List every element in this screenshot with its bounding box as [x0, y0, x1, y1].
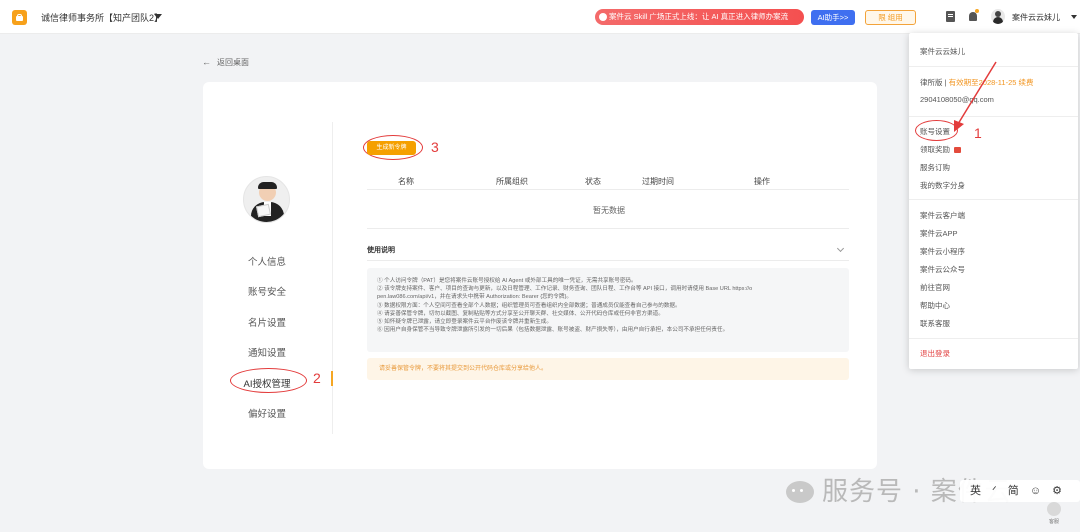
table-header-expiry: 过期时间: [642, 177, 674, 186]
ime-toolbar[interactable]: 英 ᐟ 简 ☺ ⚙: [960, 480, 1080, 502]
arrow-left-icon: ←: [202, 57, 211, 67]
annotation-arrow-icon: [954, 61, 997, 132]
menu-item-subscription[interactable]: 服务订购: [920, 162, 950, 173]
annotation-number: 3: [431, 139, 439, 155]
usage-notes-box: ① 个人访问令牌（PAT）是您将案件云账号授权给 AI Agent 或外部工具的…: [367, 268, 849, 352]
profile-avatar[interactable]: [243, 176, 290, 223]
gift-icon: [954, 147, 961, 153]
usage-note: ⑤ 如怀疑令牌已泄露，请立即登录案件云平台作废该令牌并重新生成。: [377, 319, 552, 326]
warning-banner: 请妥善保管令牌，不要将其提交到公开代码仓库或分享给他人。: [367, 358, 849, 380]
table-empty-state: 暂无数据: [593, 206, 625, 215]
nav-item-account-security[interactable]: 账号安全: [226, 284, 308, 298]
user-name[interactable]: 案件云云妹儿: [1012, 12, 1060, 23]
nav-item-card-settings[interactable]: 名片设置: [226, 315, 308, 329]
help-widget-label: 客服: [1048, 519, 1059, 525]
usage-note: ① 个人访问令牌（PAT）是您将案件云账号授权给 AI Agent 或外部工具的…: [377, 278, 637, 284]
dropdown-user-name: 案件云云妹儿: [920, 47, 965, 56]
table-header-divider: [367, 189, 849, 190]
back-label: 返回桌面: [217, 58, 249, 67]
top-bar: 诚信律师事务所【知产团队2】 案件云 Skill 广场正式上线：让 AI 真正进…: [0, 0, 1080, 34]
firm-selector-label[interactable]: 诚信律师事务所【知产团队2】: [41, 11, 163, 24]
menu-item-label: 领取奖励: [920, 145, 950, 154]
nav-divider: [332, 122, 333, 434]
menu-item-client[interactable]: 案件云客户端: [920, 210, 965, 221]
nav-item-personal-info[interactable]: 个人信息: [226, 254, 308, 268]
promo-icon: [599, 13, 607, 21]
annotation-circle-nav: [230, 368, 307, 393]
menu-item-mini-program[interactable]: 案件云小程序: [920, 246, 965, 257]
help-widget[interactable]: 客服: [1044, 500, 1064, 528]
document-icon[interactable]: [946, 11, 955, 22]
trial-button[interactable]: 限 组用: [865, 10, 916, 25]
promo-banner[interactable]: 案件云 Skill 广场正式上线：让 AI 真正进入律师办案流: [595, 9, 804, 25]
table-header-name: 名称: [398, 177, 414, 186]
chevron-down-icon[interactable]: [154, 14, 162, 19]
usage-note: ③ 数据权限方面：个人空间可查看全部个人数据；组织管理员可查看组织内全部数据；普…: [377, 302, 681, 309]
support-icon: [1047, 502, 1061, 516]
table-header-organization: 所属组织: [496, 177, 528, 186]
bell-icon[interactable]: [969, 12, 977, 21]
table-bottom-divider: [367, 228, 849, 229]
usage-note: ② 该令牌支持案件、客户、项目的查询与更新，以及日程管理、工作记录、财务查询、团…: [377, 286, 753, 293]
annotation-number: 2: [313, 370, 321, 386]
nav-item-notification-settings[interactable]: 通知设置: [226, 345, 308, 359]
active-nav-indicator: [331, 371, 333, 386]
menu-item-official-account[interactable]: 案件云公众号: [920, 264, 965, 275]
nav-item-preferences[interactable]: 偏好设置: [226, 406, 308, 420]
back-to-desktop-link[interactable]: ← 返回桌面: [202, 57, 249, 68]
table-header-actions: 操作: [754, 177, 770, 186]
usage-section-title[interactable]: 使用说明: [367, 245, 395, 255]
user-avatar[interactable]: [991, 9, 1005, 24]
menu-item-website[interactable]: 前往官网: [920, 282, 950, 293]
usage-note: ⑥ 因用户自身保管不当导致令牌泄露所引发的一切后果（包括数据泄露、账号被盗、财产…: [377, 327, 729, 334]
logout-button[interactable]: 退出登录: [920, 348, 950, 359]
ai-assistant-button[interactable]: AI助手>>: [811, 10, 855, 25]
usage-note: pen.law086.com/api/v1，并在请求头中携带 Authoriza…: [377, 294, 572, 301]
user-menu-chevron-icon[interactable]: [1071, 15, 1077, 19]
app-logo-icon[interactable]: [12, 10, 27, 25]
table-header-status: 状态: [585, 177, 601, 186]
menu-item-help[interactable]: 帮助中心: [920, 300, 950, 311]
menu-item-rewards[interactable]: 领取奖励: [920, 144, 961, 155]
usage-divider: [367, 260, 849, 261]
promo-text: 案件云 Skill 广场正式上线：让 AI 真正进入律师办案流: [609, 12, 789, 21]
wechat-icon: [786, 481, 814, 503]
menu-item-app[interactable]: 案件云APP: [920, 228, 958, 239]
notification-badge: [975, 9, 979, 13]
usage-note: ④ 请妥善保管令牌，切勿以截图、复制粘贴等方式分享至公开聊天群、社交媒体、公开代…: [377, 310, 664, 317]
menu-item-digital-avatar[interactable]: 我的数字分身: [920, 180, 965, 191]
menu-item-support[interactable]: 联系客服: [920, 318, 950, 329]
generate-token-button[interactable]: 生成新令牌: [367, 141, 416, 155]
